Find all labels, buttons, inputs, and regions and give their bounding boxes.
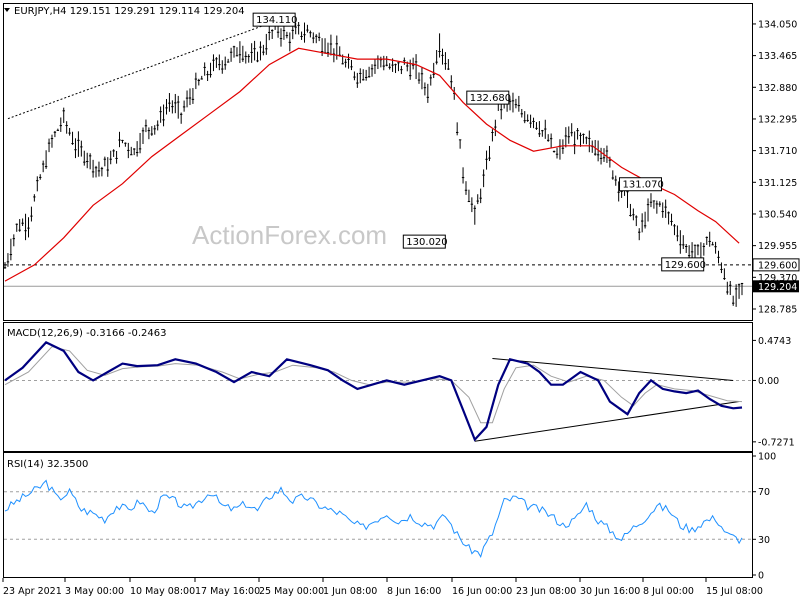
rsi-tick-label: 0 (758, 571, 764, 582)
level-annotation: 131.070 (622, 180, 663, 191)
rsi-tick-label: 100 (758, 452, 776, 463)
macd-tick-label: -0.7271 (758, 437, 795, 448)
x-tick-label: 25 May 00:00 (259, 586, 324, 597)
price-panel (3, 3, 753, 321)
macd-panel (3, 322, 753, 452)
level-annotation: 130.020 (406, 237, 447, 248)
x-tick-label: 30 Jun 16:00 (580, 586, 640, 597)
level-annotation: 129.600 (665, 260, 706, 271)
x-tick-label: 8 Jul 00:00 (643, 586, 694, 597)
rsi-tick-label: 30 (758, 535, 770, 546)
price-tick-label: 128.785 (758, 304, 797, 315)
price-tick-label: 132.295 (758, 114, 797, 125)
macd-tick-label: 0.00 (758, 376, 779, 387)
x-tick-label: 23 Apr 2021 (3, 586, 62, 597)
price-tick-label: 129.955 (758, 241, 797, 252)
price-tick-label: 131.125 (758, 178, 797, 189)
rsi-header: RSI(14) 32.3500 (7, 459, 88, 470)
x-tick-label: 10 May 08:00 (130, 586, 195, 597)
current-price-label: 129.204 (758, 282, 797, 293)
watermark: ActionForex.com (192, 220, 387, 250)
x-tick-label: 1 Jun 08:00 (323, 586, 377, 597)
x-tick-label: 3 May 00:00 (65, 586, 124, 597)
price-tick-label: 133.465 (758, 51, 797, 62)
price-tick-label: 132.880 (758, 83, 797, 94)
price-tick-label: 130.540 (758, 209, 797, 220)
support-price-label: 129.600 (758, 260, 797, 271)
x-tick-label: 8 Jun 16:00 (387, 586, 441, 597)
rsi-tick-label: 70 (758, 487, 770, 498)
x-tick-label: 23 Jun 08:00 (516, 586, 576, 597)
level-annotation: 134.110 (256, 15, 297, 26)
price-tick-label: 131.710 (758, 146, 797, 157)
macd-tick-label: 0.4743 (758, 336, 791, 347)
x-tick-label: 15 Jul 08:00 (706, 586, 763, 597)
price-tick-label: 134.050 (758, 19, 797, 30)
rsi-panel (3, 452, 753, 578)
chart-canvas: ActionForex.com 134.110 132.680 130.020 131… (2, 3, 800, 597)
x-tick-label: 17 May 16:00 (195, 586, 260, 597)
price-header: EURJPY,H4 129.151 129.291 129.114 129.20… (14, 6, 245, 17)
level-annotation: 132.680 (470, 93, 511, 104)
x-tick-label: 16 Jun 00:00 (452, 586, 512, 597)
macd-header: MACD(12,26,9) -0.3166 -0.2463 (7, 328, 167, 339)
